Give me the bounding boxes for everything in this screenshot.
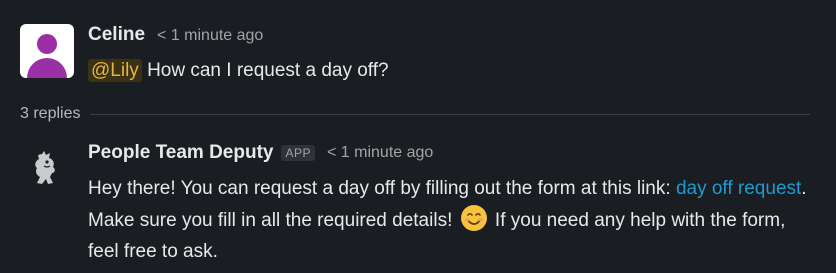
message-text: @Lily How can I request a day off? [88,58,389,84]
reply-text-part1: Hey there! You can request a day off by … [88,178,676,199]
message-body-text: How can I request a day off? [141,60,389,81]
smiling-face-emoji-icon [460,205,487,231]
replies-divider: 3 replies [20,102,810,126]
bot-sender-name[interactable]: People Team Deputy [88,142,273,164]
reply-text: Hey there! You can request a day off by … [88,173,808,267]
reply-message: People Team Deputy APP < 1 minute ago He… [20,140,820,270]
divider-line [90,113,810,115]
parent-message: Celine < 1 minute ago @Lily How can I re… [20,24,810,88]
message-timestamp[interactable]: < 1 minute ago [157,27,263,45]
avatar-torso [27,58,67,78]
day-off-request-link[interactable]: day off request [676,178,801,199]
replies-count: 3 replies [20,105,81,122]
user-avatar[interactable] [20,24,74,78]
bot-avatar-icon[interactable] [30,150,60,186]
user-mention[interactable]: @Lily [88,59,142,82]
reply-header: People Team Deputy APP < 1 minute ago [88,140,433,166]
app-badge: APP [281,145,315,161]
avatar-head [37,34,57,54]
message-header: Celine < 1 minute ago [88,24,263,50]
sender-name[interactable]: Celine [88,24,145,46]
reply-timestamp[interactable]: < 1 minute ago [327,144,433,162]
